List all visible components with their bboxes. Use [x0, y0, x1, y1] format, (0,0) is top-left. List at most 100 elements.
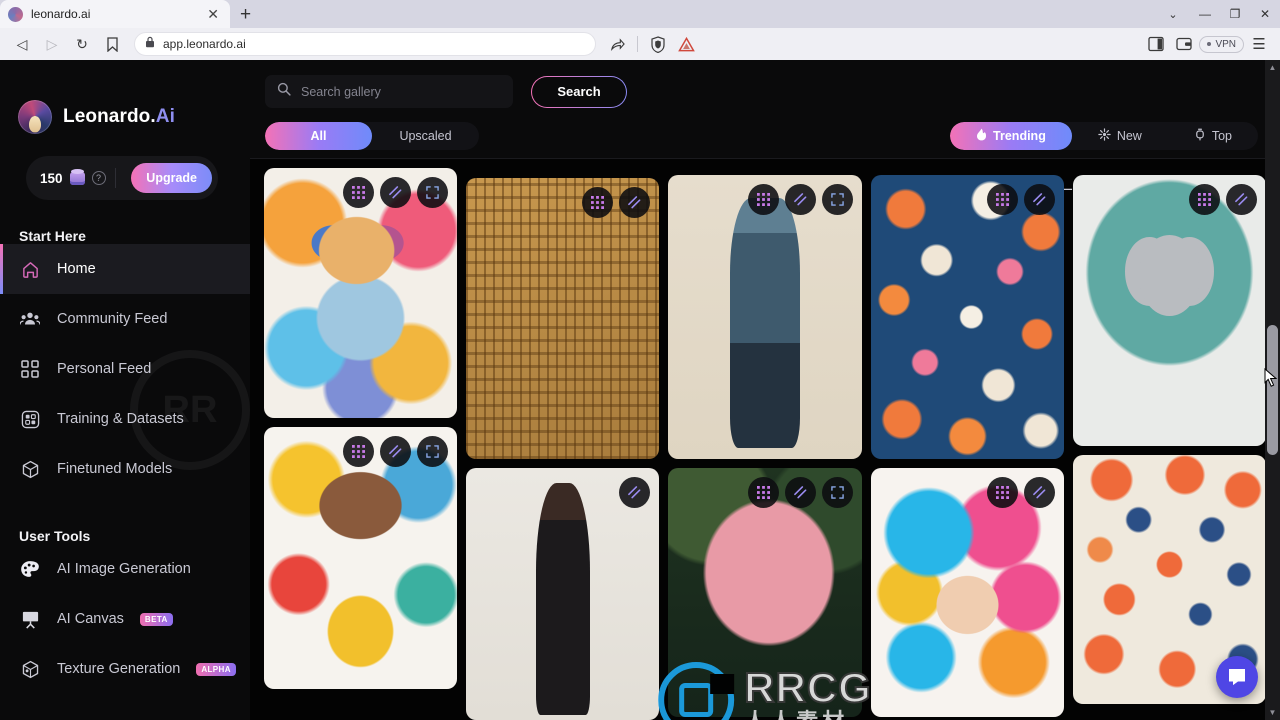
gallery-column — [466, 178, 660, 720]
expand-icon[interactable] — [417, 436, 449, 467]
credits-divider — [114, 168, 116, 188]
tab-top[interactable]: Top — [1168, 122, 1258, 150]
gallery-card-girl-blue-glasses-colorful[interactable] — [264, 427, 458, 689]
scroll-down-arrow[interactable]: ▼ — [1265, 705, 1280, 720]
sidebar-item-training-datasets[interactable]: Training & Datasets — [0, 394, 250, 444]
new-tab-button[interactable]: + — [240, 4, 251, 26]
variation-icon[interactable] — [1023, 477, 1055, 508]
gallery-card-blue-floral-pattern[interactable] — [870, 175, 1064, 459]
shield-icon[interactable] — [645, 31, 671, 57]
palette-icon — [19, 558, 41, 580]
share-icon[interactable] — [604, 31, 630, 57]
window-controls: ⌄ — ❐ ✕ — [1156, 0, 1280, 28]
expand-icon[interactable] — [417, 177, 449, 208]
triangle-icon[interactable] — [673, 31, 699, 57]
scroll-up-arrow[interactable]: ▲ — [1265, 60, 1280, 75]
flame-icon — [976, 128, 987, 144]
upscale-icon[interactable] — [986, 184, 1018, 215]
page-scrollbar[interactable]: ▲ ▼ — [1265, 60, 1280, 720]
variation-icon[interactable] — [380, 436, 412, 467]
expand-icon[interactable] — [821, 477, 853, 508]
upscale-icon[interactable] — [582, 187, 614, 218]
sidebar-item-label: Home — [57, 261, 96, 277]
home-icon — [19, 258, 41, 280]
forward-icon[interactable]: ▷ — [38, 31, 66, 57]
tab-all[interactable]: All — [265, 122, 372, 150]
cube-icon — [19, 458, 41, 480]
sidebar-item-label: AI Image Generation — [57, 561, 191, 577]
card-actions — [1189, 184, 1258, 215]
gallery-card-rainbow-hair-portrait[interactable] — [870, 468, 1064, 717]
gallery-card-dark-haired-warrior-concept-sheet[interactable] — [466, 468, 660, 720]
brand-header[interactable]: Leonardo.Ai — [0, 60, 250, 134]
gallery-card-lion-sunglasses-watercolor[interactable] — [264, 168, 458, 418]
main-content: Search gallery Search All Upscaled Trend… — [250, 60, 1280, 720]
close-icon[interactable]: ✕ — [204, 7, 222, 21]
image-gallery — [250, 160, 1280, 720]
intercom-chat-icon[interactable] — [1216, 656, 1258, 698]
sidebar-item-personal-feed[interactable]: Personal Feed — [0, 344, 250, 394]
address-bar[interactable]: app.leonardo.ai — [134, 32, 597, 56]
upscale-icon[interactable] — [1189, 184, 1221, 215]
url-text: app.leonardo.ai — [163, 37, 246, 51]
search-button[interactable]: Search — [531, 76, 627, 108]
variation-icon[interactable] — [380, 177, 412, 208]
tab-upscaled[interactable]: Upscaled — [372, 122, 479, 150]
chevron-down-icon[interactable]: ⌄ — [1156, 0, 1190, 28]
card-actions — [343, 177, 449, 208]
gallery-column — [1072, 175, 1267, 720]
search-icon — [277, 82, 291, 101]
variation-icon[interactable] — [619, 477, 651, 508]
sidebar-item-ai-image-generation[interactable]: AI Image Generation — [0, 544, 250, 594]
texture-cube-icon — [19, 658, 41, 680]
sidebar-item-home[interactable]: Home — [0, 244, 250, 294]
scrollbar-thumb[interactable] — [1267, 325, 1278, 455]
sidebar-icon[interactable] — [1143, 31, 1169, 57]
sidebar-item-community-feed[interactable]: Community Feed — [0, 294, 250, 344]
sidebar-item-ai-canvas[interactable]: AI Canvas BETA — [0, 594, 250, 644]
gallery-card-blue-haired-warrior-woman[interactable] — [668, 175, 862, 459]
back-icon[interactable]: ◁ — [8, 31, 36, 57]
tab-strip: leonardo.ai ✕ + ⌄ — ❐ ✕ — [0, 0, 1280, 28]
question-icon[interactable]: ? — [91, 171, 106, 185]
leonardo-favicon-icon — [8, 6, 23, 22]
expand-icon[interactable] — [821, 184, 853, 215]
hamburger-menu-icon[interactable]: ☰ — [1246, 31, 1272, 57]
browser-tab[interactable]: leonardo.ai ✕ — [0, 0, 230, 28]
tab-new[interactable]: New — [1072, 122, 1168, 150]
gallery-card-pink-haired-fairy-forest[interactable] — [668, 468, 862, 717]
tab-trending[interactable]: Trending — [950, 122, 1072, 150]
upscale-icon[interactable] — [343, 436, 375, 467]
gallery-card-egyptian-hieroglyph-papyrus[interactable] — [466, 178, 660, 459]
variation-icon[interactable] — [784, 477, 816, 508]
sidebar-item-finetuned-models[interactable]: Finetuned Models — [0, 444, 250, 494]
card-actions — [343, 436, 449, 467]
upscale-icon[interactable] — [747, 184, 779, 215]
upgrade-button[interactable]: Upgrade — [131, 163, 212, 193]
upscale-icon[interactable] — [343, 177, 375, 208]
toolbar-divider — [637, 36, 639, 52]
wallet-icon[interactable] — [1171, 31, 1197, 57]
reload-icon[interactable]: ↻ — [68, 31, 96, 57]
sidebar-item-texture-generation[interactable]: Texture Generation ALPHA — [0, 644, 250, 694]
tab-label: Top — [1211, 129, 1232, 143]
window-close-button[interactable]: ✕ — [1250, 0, 1280, 28]
grid-icon — [19, 358, 41, 380]
variation-icon[interactable] — [619, 187, 651, 218]
dataset-icon — [19, 408, 41, 430]
upscale-icon[interactable] — [986, 477, 1018, 508]
variation-icon[interactable] — [1226, 184, 1258, 215]
vpn-button[interactable]: VPN — [1199, 35, 1244, 53]
minimize-button[interactable]: — — [1190, 0, 1220, 28]
vpn-status-dot — [1207, 42, 1212, 46]
variation-icon[interactable] — [784, 184, 816, 215]
search-input[interactable]: Search gallery — [265, 75, 513, 108]
bookmark-icon[interactable] — [98, 31, 126, 57]
credits-panel: 150 ? Upgrade — [26, 156, 218, 200]
tab-label: Trending — [993, 129, 1046, 143]
maximize-button[interactable]: ❐ — [1220, 0, 1250, 28]
variation-icon[interactable] — [1023, 184, 1055, 215]
token-icon — [69, 168, 85, 185]
upscale-icon[interactable] — [747, 477, 779, 508]
gallery-card-koala-on-bicycle[interactable] — [1072, 175, 1267, 446]
